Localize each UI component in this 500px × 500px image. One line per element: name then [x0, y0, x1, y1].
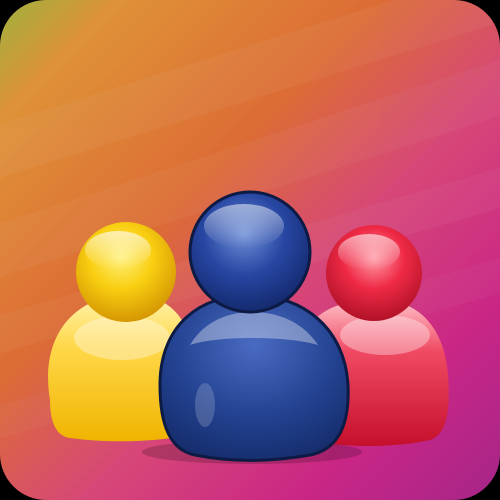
app-icon-artwork	[0, 0, 500, 500]
group-users-app-icon[interactable]	[0, 0, 500, 500]
